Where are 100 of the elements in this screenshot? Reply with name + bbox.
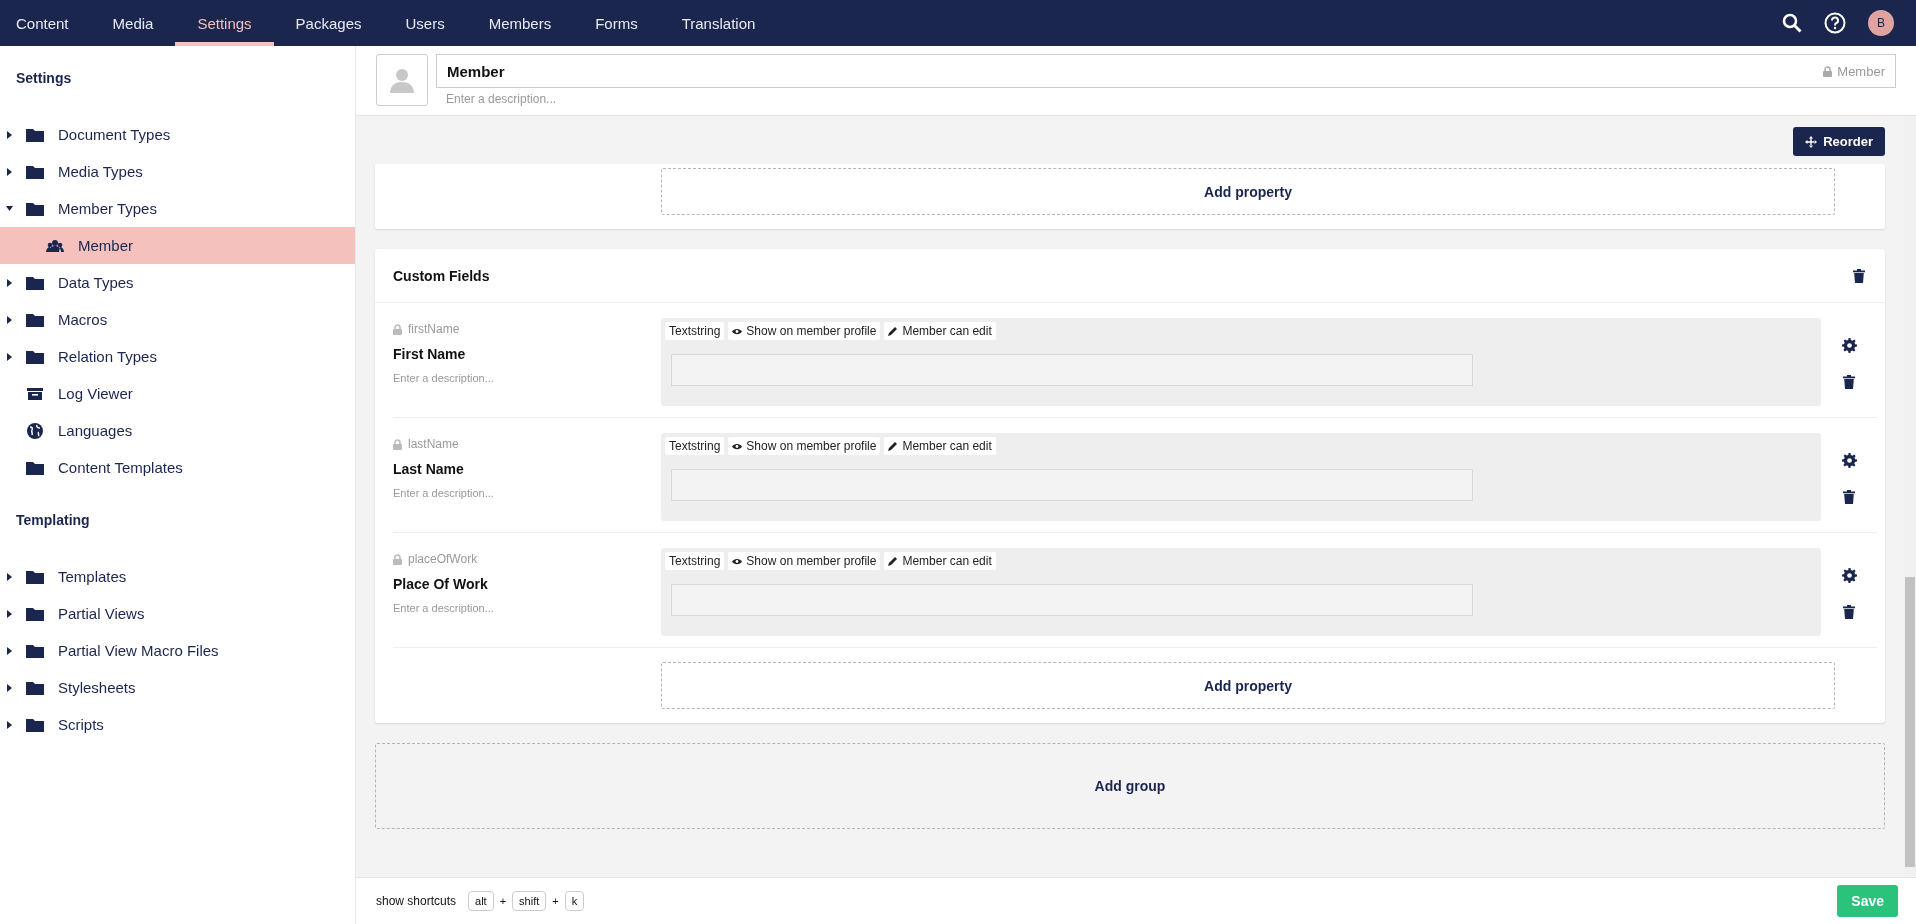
tree-item[interactable]: Member Types xyxy=(0,190,355,227)
caret-right-icon[interactable] xyxy=(6,609,13,618)
tree-item-label: Templates xyxy=(58,568,127,585)
keyboard-key: alt xyxy=(468,891,494,911)
add-property-button[interactable]: Add property xyxy=(661,662,1835,709)
section-tab[interactable]: Media xyxy=(90,0,176,46)
caret-right-icon[interactable] xyxy=(6,352,13,361)
eye-icon xyxy=(732,442,743,450)
section-tab[interactable]: Content xyxy=(0,0,91,46)
tree-item-label: Relation Types xyxy=(58,348,157,365)
tree-item[interactable]: Partial View Macro Files xyxy=(0,632,355,669)
keyboard-key: shift xyxy=(512,891,547,911)
section-tab[interactable]: Settings xyxy=(175,0,274,46)
caret-right-icon[interactable] xyxy=(6,646,13,655)
name-field[interactable]: Member Member xyxy=(436,54,1896,88)
property-alias: lastName xyxy=(408,437,459,451)
tag-label: Member can edit xyxy=(902,439,992,453)
property-editor-preview[interactable]: Textstring Show on member profile Member can edit xyxy=(661,433,1821,521)
folder-icon xyxy=(26,569,44,584)
tree-item[interactable]: Partial Views xyxy=(0,595,355,632)
folder-icon xyxy=(26,275,44,290)
tree-item[interactable]: Member xyxy=(0,227,355,264)
section-tab[interactable]: Packages xyxy=(273,0,384,46)
folder-icon xyxy=(26,680,44,695)
group-name[interactable]: Custom Fields xyxy=(393,267,490,284)
tree-item[interactable]: Media Types xyxy=(0,153,355,190)
trash-icon[interactable] xyxy=(1843,490,1855,504)
property-editor-preview[interactable]: Textstring Show on member profile Member can edit xyxy=(661,548,1821,636)
folder-icon xyxy=(26,717,44,732)
tree-item-label: Log Viewer xyxy=(58,385,133,402)
trash-icon[interactable] xyxy=(1843,375,1855,389)
tag-label: Member can edit xyxy=(902,554,992,568)
trash-icon[interactable] xyxy=(1843,605,1855,619)
pencil-icon xyxy=(888,326,899,336)
property-alias: firstName xyxy=(408,322,460,336)
property-alias: placeOfWork xyxy=(408,552,478,566)
folder-icon xyxy=(26,460,44,475)
caret-right-icon[interactable] xyxy=(6,167,13,176)
user-avatar[interactable]: B xyxy=(1868,10,1894,36)
keyboard-key: k xyxy=(564,891,585,911)
plus-sign: + xyxy=(499,895,507,907)
reorder-button[interactable]: Reorder xyxy=(1793,127,1885,156)
person-silhouette-icon xyxy=(389,67,415,93)
tree-item[interactable]: Content Templates xyxy=(0,449,355,486)
archive-icon xyxy=(26,387,44,400)
add-group-button[interactable]: Add group xyxy=(375,743,1885,829)
tree-item-label: Member xyxy=(78,237,133,254)
property-editor-preview[interactable]: Textstring Show on member profile Member can edit xyxy=(661,318,1821,406)
tag-label: Textstring xyxy=(669,439,721,453)
section-tab[interactable]: Forms xyxy=(573,0,660,46)
tree-item[interactable]: Relation Types xyxy=(0,338,355,375)
settings-icon[interactable] xyxy=(1841,453,1857,468)
tag-label: Show on member profile xyxy=(746,554,877,568)
tree-item-label: Partial Views xyxy=(58,605,145,622)
tree-item[interactable]: Document Types xyxy=(0,116,355,153)
eye-icon xyxy=(732,327,743,335)
tree-item[interactable]: Stylesheets xyxy=(0,669,355,706)
tree-item-label: Document Types xyxy=(58,126,171,143)
tree-item-label: Content Templates xyxy=(58,459,183,476)
property-name[interactable]: Last Name xyxy=(393,461,661,477)
shortcuts-label[interactable]: show shortcuts xyxy=(376,894,457,908)
property-name[interactable]: Place Of Work xyxy=(393,576,661,592)
trash-icon[interactable] xyxy=(1853,268,1865,283)
tag-label: Textstring xyxy=(669,324,721,338)
caret-down-icon[interactable] xyxy=(6,204,13,213)
folder-icon xyxy=(26,201,44,216)
folder-icon xyxy=(26,349,44,364)
tree-item[interactable]: Scripts xyxy=(0,706,355,743)
property-name[interactable]: First Name xyxy=(393,346,661,362)
tree-item-label: Media Types xyxy=(58,163,143,180)
people-icon xyxy=(46,239,64,252)
help-icon[interactable] xyxy=(1824,12,1846,34)
folder-icon xyxy=(26,606,44,621)
tree-item[interactable]: Templates xyxy=(0,558,355,595)
section-tab[interactable]: Users xyxy=(383,0,467,46)
search-icon[interactable] xyxy=(1782,13,1802,33)
move-icon xyxy=(1805,135,1818,148)
tree-item-label: Stylesheets xyxy=(58,679,136,696)
alias-value: Member xyxy=(1837,63,1885,79)
add-property-button[interactable]: Add property xyxy=(661,168,1835,215)
description-field[interactable]: Enter a description... xyxy=(436,88,1896,110)
tree-item[interactable]: Log Viewer xyxy=(0,375,355,412)
tree-item-label: Scripts xyxy=(58,716,104,733)
section-tab[interactable]: Translation xyxy=(659,0,778,46)
settings-icon[interactable] xyxy=(1841,568,1857,583)
caret-right-icon[interactable] xyxy=(6,315,13,324)
caret-right-icon[interactable] xyxy=(6,683,13,692)
tree-item[interactable]: Languages xyxy=(0,412,355,449)
settings-icon[interactable] xyxy=(1841,338,1857,353)
caret-right-icon[interactable] xyxy=(6,572,13,581)
sidebar-heading: Settings xyxy=(15,69,73,88)
tree-item-label: Member Types xyxy=(58,200,157,217)
caret-right-icon[interactable] xyxy=(6,130,13,139)
tree-item[interactable]: Macros xyxy=(0,301,355,338)
pencil-icon xyxy=(888,556,899,566)
tag-label: Member can edit xyxy=(902,324,992,338)
caret-right-icon[interactable] xyxy=(6,278,13,287)
tree-item[interactable]: Data Types xyxy=(0,264,355,301)
section-tab[interactable]: Members xyxy=(466,0,574,46)
caret-right-icon[interactable] xyxy=(6,720,13,729)
